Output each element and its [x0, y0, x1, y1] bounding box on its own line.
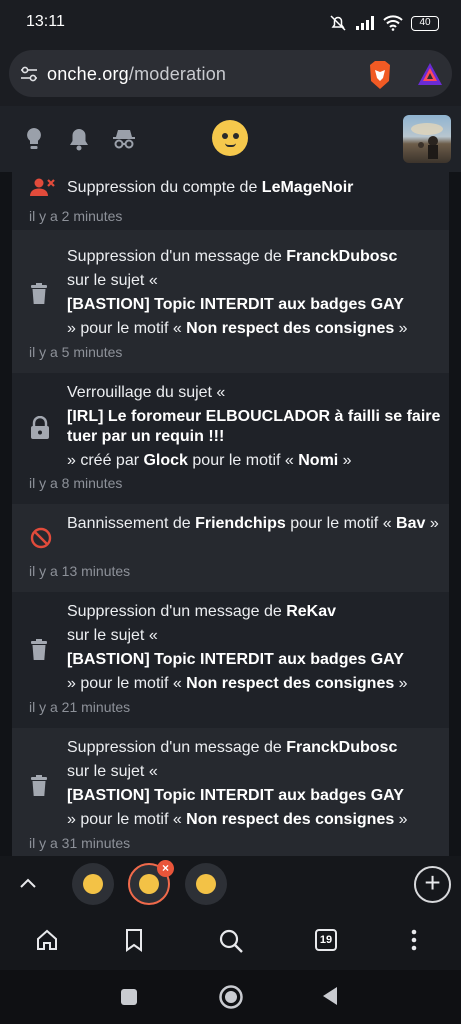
log-entry-text: Suppression d'un message de ReKav sur le… — [67, 603, 408, 692]
log-entry-time: il y a 13 minutes — [29, 563, 131, 579]
new-tab-button[interactable]: + — [414, 866, 451, 903]
tab-favicon-icon — [139, 874, 159, 894]
log-entry: Suppression d'un message de ReKav sur le… — [12, 592, 449, 728]
username-link[interactable]: Glock — [143, 452, 187, 469]
trash-icon — [31, 283, 47, 304]
incognito-icon[interactable] — [112, 127, 136, 151]
bottom-toolbar — [0, 912, 461, 970]
trash-icon — [31, 775, 47, 796]
tab-thumbnail[interactable] — [185, 863, 227, 905]
brave-rewards-icon[interactable] — [417, 62, 443, 86]
username-link[interactable]: LeMageNoir — [262, 179, 354, 196]
lock-icon — [31, 416, 49, 439]
site-logo[interactable] — [212, 120, 248, 156]
user-avatar[interactable] — [403, 115, 451, 163]
log-entry-time: il y a 31 minutes — [29, 835, 131, 851]
tab-favicon-icon — [83, 874, 103, 894]
username-link[interactable]: FranckDubosc — [286, 739, 397, 756]
trash-icon — [31, 639, 47, 660]
username-link[interactable]: FranckDubosc — [286, 248, 397, 265]
log-entry-time: il y a 8 minutes — [29, 475, 123, 491]
topic-link[interactable]: [IRL] Le foromeur ELBOUCLADOR à failli s… — [67, 408, 440, 445]
back-icon[interactable] — [321, 986, 339, 1006]
address-bar[interactable]: onche.org/moderation — [9, 50, 452, 97]
log-entry-text: Verrouillage du sujet « [IRL] Le foromeu… — [67, 384, 441, 469]
log-entry-text: Suppression d'un message de FranckDubosc… — [67, 248, 408, 337]
lightbulb-icon[interactable] — [24, 127, 44, 151]
recents-icon[interactable] — [120, 988, 138, 1006]
mute-bell-icon — [330, 15, 346, 31]
close-tab-icon[interactable]: × — [157, 860, 174, 877]
search-icon[interactable] — [218, 928, 244, 954]
log-entry: Suppression du compte de LeMageNoir il y… — [12, 172, 449, 230]
username-link[interactable]: ReKav — [286, 603, 336, 620]
log-entry: Suppression d'un message de FranckDubosc… — [12, 230, 449, 373]
topic-link[interactable]: [BASTION] Topic INTERDIT aux badges GAY — [67, 296, 404, 313]
tab-favicon-icon — [196, 874, 216, 894]
home-icon[interactable] — [35, 928, 59, 952]
user-remove-icon — [30, 178, 55, 196]
status-bar: 13:11 40 — [0, 0, 461, 46]
log-entry-time: il y a 2 minutes — [29, 208, 123, 224]
log-entry-time: il y a 5 minutes — [29, 344, 123, 360]
log-entry-text: Bannissement de Friendchips pour le moti… — [67, 515, 439, 532]
log-entry-text: Suppression du compte de LeMageNoir — [67, 179, 354, 196]
log-entry-time: il y a 21 minutes — [29, 699, 131, 715]
chevron-up-icon[interactable] — [18, 876, 38, 890]
system-nav-bar — [0, 970, 461, 1024]
avatar-photo — [411, 123, 443, 159]
site-settings-icon[interactable] — [19, 64, 39, 84]
wifi-icon — [383, 15, 403, 31]
moderation-log: Suppression du compte de LeMageNoir il y… — [12, 172, 449, 856]
tab-strip — [0, 856, 461, 912]
tab-count-button[interactable]: 19 — [315, 929, 337, 951]
username-link[interactable]: Friendchips — [195, 515, 286, 532]
battery-icon: 40 — [411, 15, 439, 31]
url-domain: onche.org — [47, 64, 129, 84]
log-entry-text: Suppression d'un message de FranckDubosc… — [67, 739, 408, 828]
bookmark-icon[interactable] — [124, 928, 144, 952]
ban-icon — [30, 527, 52, 549]
url-path: /moderation — [128, 64, 227, 84]
brave-shields-icon[interactable] — [366, 60, 394, 90]
status-icons: 40 — [329, 13, 439, 33]
more-menu-icon[interactable] — [404, 928, 424, 952]
tab-thumbnail[interactable] — [72, 863, 114, 905]
log-entry: Suppression d'un message de FranckDubosc… — [12, 728, 449, 856]
url-text[interactable]: onche.org/moderation — [47, 64, 226, 85]
browser-toolbar: onche.org/moderation — [0, 46, 461, 106]
topic-link[interactable]: [BASTION] Topic INTERDIT aux badges GAY — [67, 787, 404, 804]
log-entry: Verrouillage du sujet « [IRL] Le foromeu… — [12, 373, 449, 504]
signal-icon — [356, 16, 374, 30]
status-time: 13:11 — [26, 13, 65, 30]
bell-icon[interactable] — [68, 127, 90, 151]
log-entry: Bannissement de Friendchips pour le moti… — [12, 504, 449, 592]
home-circle-icon[interactable] — [218, 984, 244, 1010]
topic-link[interactable]: [BASTION] Topic INTERDIT aux badges GAY — [67, 651, 404, 668]
